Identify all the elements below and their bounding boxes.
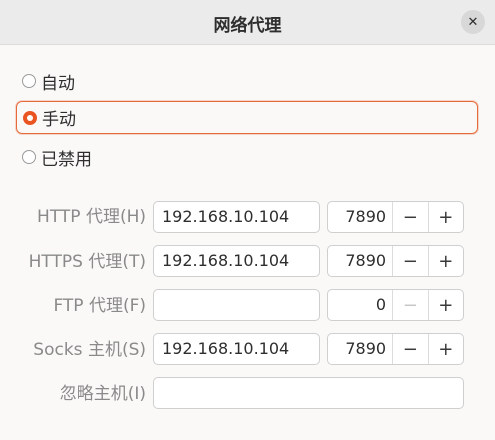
socks-host-label: Socks 主机(S) [33,340,146,360]
socks-port-input[interactable]: 7890 [328,334,392,364]
close-icon: ✕ [467,14,479,30]
https-proxy-label: HTTPS 代理(T) [28,252,146,272]
minus-icon: − [402,338,418,360]
mode-disabled-label: 已禁用 [41,149,92,170]
http-port-input[interactable]: 7890 [328,202,392,232]
socks-host-input[interactable]: 192.168.10.104 [153,333,320,365]
http-port-stepper: 7890 − + [327,201,464,233]
plus-icon: + [438,250,454,272]
socks-port-decrement-button[interactable]: − [392,334,427,364]
dialog-title: 网络代理 [213,16,282,36]
mode-disabled-option[interactable]: 已禁用 [18,142,92,172]
radio-auto[interactable] [22,74,36,88]
ignore-hosts-input[interactable] [153,377,464,409]
socks-port-stepper: 7890 − + [327,333,464,365]
http-proxy-label: HTTP 代理(H) [37,207,146,227]
https-port-input[interactable]: 7890 [328,246,392,276]
mode-manual-option[interactable]: 手动 [16,101,478,134]
radio-disabled[interactable] [22,150,36,164]
ftp-port-increment-button[interactable]: + [427,290,463,320]
ignore-hosts-label: 忽略主机(I) [59,384,146,404]
title-bar: 网络代理 ✕ [0,0,495,45]
radio-manual[interactable] [23,110,37,125]
ftp-proxy-label: FTP 代理(F) [53,296,146,316]
https-port-stepper: 7890 − + [327,245,464,277]
ftp-host-input[interactable] [153,289,320,321]
https-host-input[interactable]: 192.168.10.104 [153,245,320,277]
http-port-decrement-button[interactable]: − [392,202,427,232]
ftp-port-decrement-button[interactable]: − [392,290,427,320]
mode-manual-label: 手动 [42,110,76,130]
minus-icon: − [402,206,418,228]
minus-icon: − [402,250,418,272]
close-button[interactable]: ✕ [461,10,485,34]
ftp-port-stepper: 0 − + [327,289,464,321]
plus-icon: + [438,338,454,360]
ftp-port-input[interactable]: 0 [328,290,392,320]
plus-icon: + [438,294,454,316]
https-port-decrement-button[interactable]: − [392,246,427,276]
minus-icon: − [402,294,418,316]
plus-icon: + [438,206,454,228]
proxy-dialog: 网络代理 ✕ 自动 手动 已禁用 HTTP 代理(H) 192.168.10.1… [0,0,495,440]
https-port-increment-button[interactable]: + [427,246,463,276]
http-port-increment-button[interactable]: + [427,202,463,232]
mode-auto-option[interactable]: 自动 [18,66,75,96]
mode-auto-label: 自动 [41,73,75,94]
socks-port-increment-button[interactable]: + [427,334,463,364]
http-host-input[interactable]: 192.168.10.104 [153,201,320,233]
